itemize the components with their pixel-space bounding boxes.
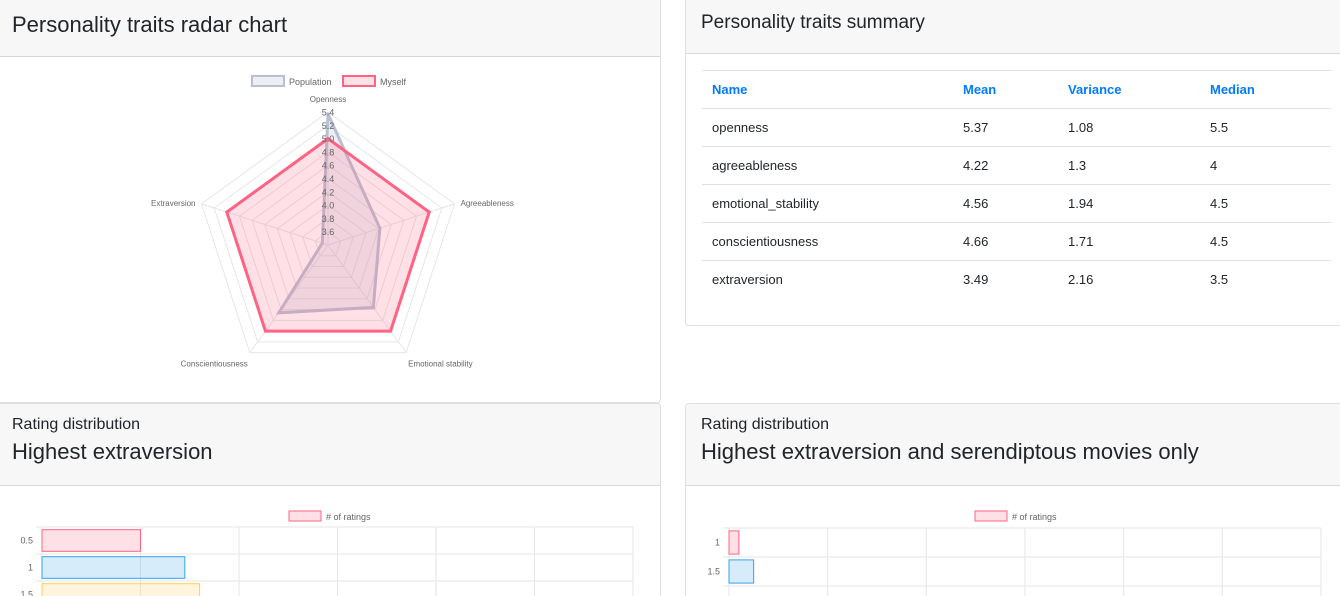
cell-mean: 4.66	[953, 222, 1058, 261]
cell-name: emotional_stability	[702, 184, 953, 223]
cell-variance: 1.71	[1058, 222, 1200, 261]
radar-card-title: Personality traits radar chart	[12, 12, 288, 37]
rating-distribution-card-1: Rating distribution Highest extraversion…	[0, 403, 661, 596]
column-header-name[interactable]: Name	[702, 70, 953, 109]
radar-axis-label: Extraversion	[151, 199, 195, 208]
radar-point	[427, 210, 431, 214]
table-row: openness 5.37 1.08 5.5	[702, 108, 1331, 147]
cell-variance: 1.3	[1058, 146, 1200, 185]
legend-label-population: Population	[289, 77, 332, 87]
bar-0.5	[41, 529, 141, 552]
radar-tick-label: 4.8	[322, 147, 335, 157]
radar-axis-label: Agreeableness	[460, 199, 513, 208]
legend-label-ratings: # of ratings	[326, 512, 371, 522]
summary-card: Personality traits summary Name Mean Var…	[685, 0, 1340, 326]
dist-card-1-subtitle: Rating distribution	[12, 416, 141, 433]
bar-category-label: 1.5	[707, 567, 720, 577]
cell-variance: 2.16	[1058, 260, 1200, 299]
bar-1.5	[41, 583, 201, 596]
radar-card-header: Personality traits radar chart	[0, 0, 660, 57]
cell-median: 4	[1200, 146, 1331, 185]
bar-1	[41, 556, 186, 579]
radar-tick-label: 4.2	[322, 187, 335, 197]
dist-card-2-title: Highest extraversion and serendiptous mo…	[701, 439, 1199, 464]
bar-category-label: 1	[28, 563, 33, 573]
cell-mean: 5.37	[953, 108, 1058, 147]
cell-mean: 3.49	[953, 260, 1058, 299]
radar-tick-label: 5.4	[322, 108, 335, 118]
bar-category-label: 0.5	[20, 536, 33, 546]
rating-distribution-chart-2: # of ratings 1 1.5	[707, 510, 1322, 596]
cell-median: 4.5	[1200, 184, 1331, 223]
column-header-mean[interactable]: Mean	[953, 70, 1058, 109]
radar-chart: 3.6 3.8 4.0 4.2 4.4 4.6 4.8 5.0 5.2 5.4 Openness Ag…	[151, 75, 514, 369]
radar-tick-label: 5.2	[322, 121, 335, 131]
cell-variance: 1.94	[1058, 184, 1200, 223]
radar-tick-label: 5.0	[322, 134, 335, 144]
rating-distribution-chart-1: # of ratings 0.5 1 1.5	[20, 510, 634, 596]
table-row: conscientiousness 4.66 1.71 4.5	[702, 222, 1331, 261]
cell-mean: 4.22	[953, 146, 1058, 185]
radar-point	[263, 329, 267, 333]
column-header-median[interactable]: Median	[1200, 70, 1331, 109]
cell-variance: 1.08	[1058, 108, 1200, 147]
cell-name: extraversion	[702, 260, 953, 299]
cell-name: openness	[702, 108, 953, 147]
radar-point	[225, 210, 229, 214]
radar-point	[389, 329, 393, 333]
radar-tick-label: 4.6	[322, 161, 335, 171]
bar-category-label: 1.5	[20, 590, 33, 596]
radar-tick-label: 3.8	[322, 214, 335, 224]
legend-swatch-myself	[342, 75, 376, 87]
dist-card-1-title: Highest extraversion	[12, 439, 213, 464]
table-row: agreeableness 4.22 1.3 4	[702, 146, 1331, 185]
dist-card-2-header: Rating distribution Highest extraversion…	[686, 404, 1340, 486]
legend-label-ratings: # of ratings	[1012, 512, 1057, 522]
radar-tick-label: 4.4	[322, 174, 335, 184]
cell-name: agreeableness	[702, 146, 953, 185]
dist-card-1-header: Rating distribution Highest extraversion	[0, 404, 660, 486]
radar-axis-label: Conscientiousness	[181, 360, 248, 369]
bar-1	[728, 530, 740, 555]
table-row: extraversion 3.49 2.16 3.5	[702, 260, 1331, 299]
radar-axis-label: Openness	[310, 95, 346, 104]
summary-card-header: Personality traits summary	[686, 0, 1340, 54]
column-header-variance[interactable]: Variance	[1058, 70, 1200, 109]
cell-median: 4.5	[1200, 222, 1331, 261]
cell-mean: 4.56	[953, 184, 1058, 223]
cell-median: 5.5	[1200, 108, 1331, 147]
table-header-row: Name Mean Variance Median	[702, 70, 1331, 109]
dist-card-2-subtitle: Rating distribution	[701, 416, 830, 433]
legend-label-myself: Myself	[380, 77, 407, 87]
legend-swatch-ratings	[974, 510, 1008, 522]
bar-category-label: 1	[715, 538, 720, 548]
radar-chart-card: Personality traits radar chart 3.6 3.8 4.0…	[0, 0, 661, 403]
radar-tick-label: 3.6	[322, 227, 335, 237]
legend-swatch-ratings	[288, 510, 322, 522]
legend-swatch-population	[251, 75, 285, 87]
cell-name: conscientiousness	[702, 222, 953, 261]
table-row: emotional_stability 4.56 1.94 4.5	[702, 184, 1331, 223]
bar-1.5	[728, 559, 755, 584]
radar-tick-label: 4.0	[322, 201, 335, 211]
rating-distribution-card-2: Rating distribution Highest extraversion…	[685, 403, 1340, 596]
summary-table: Name Mean Variance Median openness 5.37 …	[702, 70, 1331, 299]
radar-axis-label: Emotional stability	[408, 360, 472, 369]
summary-card-title: Personality traits summary	[701, 12, 925, 33]
cell-median: 3.5	[1200, 260, 1331, 299]
